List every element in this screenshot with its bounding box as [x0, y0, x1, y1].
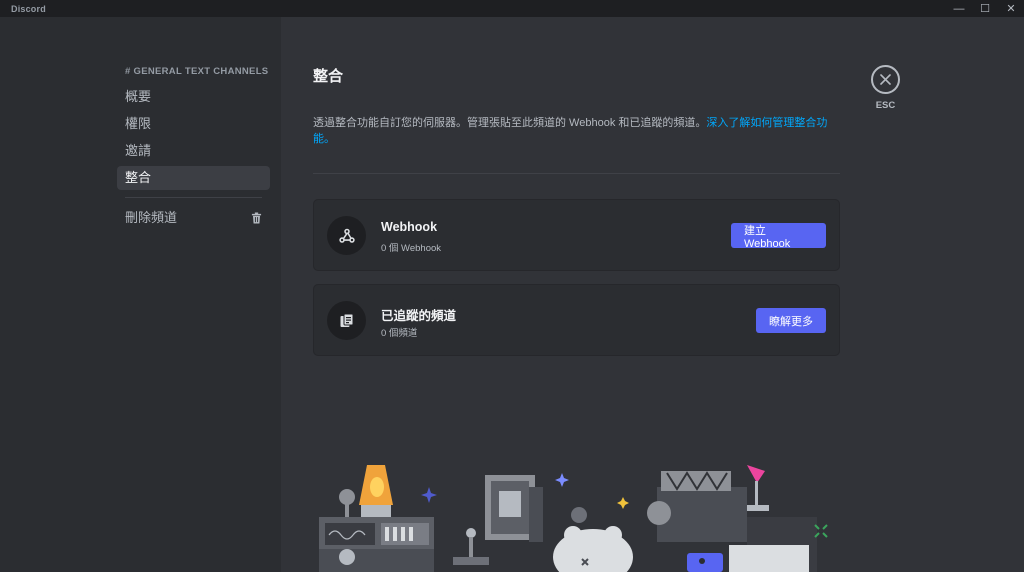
close-settings-button[interactable] — [871, 65, 900, 94]
webhook-count: 0 個 Webhook — [381, 243, 442, 254]
sidebar-nav: # GENERAL TEXT CHANNELS 概要 權限 邀請 整合 刪除頻道 — [117, 65, 270, 233]
main-content: 整合 透過整合功能自訂您的伺服器。管理張貼至此頻道的 Webhook 和已追蹤的… — [281, 17, 1024, 572]
trash-icon — [251, 212, 262, 224]
learn-more-button[interactable]: 瞭解更多 — [756, 308, 826, 333]
esc-label: ESC — [875, 100, 896, 111]
create-webhook-button[interactable]: 建立 Webhook — [731, 223, 826, 250]
followed-channels-title: 已追蹤的頻道 — [381, 309, 457, 323]
description: 透過整合功能自訂您的伺服器。管理張貼至此頻道的 Webhook 和已追蹤的頻道。… — [313, 115, 843, 147]
description-text: 透過整合功能自訂您的伺服器。管理張貼至此頻道的 Webhook 和已追蹤的頻道。 — [313, 117, 707, 129]
settings-sidebar: # GENERAL TEXT CHANNELS 概要 權限 邀請 整合 刪除頻道 — [0, 17, 281, 572]
close-window-button[interactable]: ✕ — [998, 0, 1024, 17]
webhook-icon — [327, 216, 366, 255]
close-icon — [880, 74, 891, 85]
title-bar: Discord — ☐ ✕ — [0, 0, 1024, 17]
empty-state-illustration — [319, 465, 828, 572]
followed-channels-count: 0 個頻道 — [381, 328, 418, 339]
page-title: 整合 — [313, 68, 344, 85]
sidebar-item-overview[interactable]: 概要 — [117, 85, 270, 109]
followed-channels-card: 已追蹤的頻道 0 個頻道 瞭解更多 — [313, 284, 840, 356]
sidebar-item-integrations[interactable]: 整合 — [117, 166, 270, 190]
sidebar-item-permissions[interactable]: 權限 — [117, 112, 270, 136]
sidebar-item-invites[interactable]: 邀請 — [117, 139, 270, 163]
maximize-button[interactable]: ☐ — [972, 0, 998, 17]
delete-channel-button[interactable]: 刪除頻道 — [117, 206, 270, 230]
app-name: Discord — [11, 3, 46, 14]
webhook-card: Webhook 0 個 Webhook 建立 Webhook — [313, 199, 840, 271]
section-header: # GENERAL TEXT CHANNELS — [125, 66, 269, 77]
followed-channel-icon — [327, 301, 366, 340]
webhook-title: Webhook — [381, 220, 438, 234]
content-divider — [313, 173, 840, 174]
sidebar-divider — [125, 197, 262, 198]
window-controls: — ☐ ✕ — [946, 0, 1024, 17]
minimize-button[interactable]: — — [946, 0, 972, 17]
delete-channel-label: 刪除頻道 — [125, 210, 178, 225]
